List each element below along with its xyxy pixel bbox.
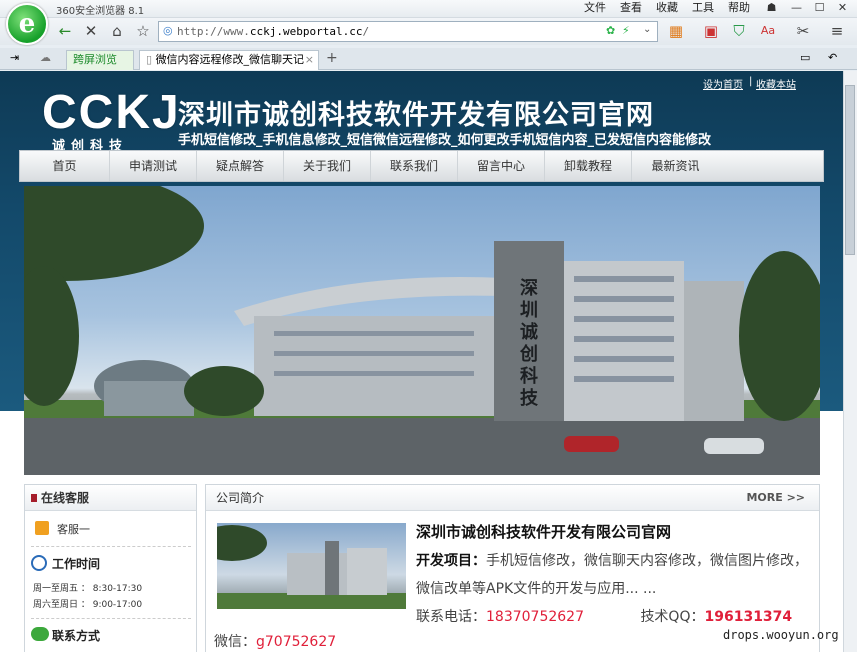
- intro-thumbnail: [217, 523, 406, 609]
- company-title: 深圳市诚创科技软件开发有限公司官网: [178, 100, 654, 131]
- nav-apply-test[interactable]: 申请测试: [110, 151, 197, 181]
- wechat-line: 微信：g70752627: [214, 631, 336, 651]
- main-nav: 首页 申请测试 疑点解答 关于我们 联系我们 留言中心 卸载教程 最新资讯: [19, 150, 824, 182]
- address-bar[interactable]: ◎ http://www.cckj.webportal.cc/ ✿ ⚡ ⌄: [158, 21, 658, 42]
- cloud-icon[interactable]: ☁: [40, 51, 51, 64]
- divider: [31, 546, 191, 547]
- extension-icon[interactable]: ▣: [700, 20, 722, 42]
- intro-header: 公司简介 MORE >>: [206, 485, 819, 511]
- divider: [31, 618, 191, 619]
- set-homepage-link[interactable]: 设为首页: [703, 76, 743, 91]
- screenshot-icon[interactable]: ✂: [792, 20, 814, 42]
- company-intro-panel: 公司简介 MORE >> 深圳市诚创科技软件开发有限公司官网 开发项目：手机短信…: [205, 484, 820, 652]
- banner-photo: 深圳诚创科技: [24, 186, 820, 475]
- window-title: 360安全浏览器 8.1: [56, 6, 145, 17]
- site-slogan: 手机短信修改_手机信息修改_短信微信远程修改_如何更改手机短信内容_已发短信内容…: [178, 133, 712, 148]
- watermark: drops.wooyun.org: [723, 628, 839, 642]
- building-thumbnail: [217, 525, 406, 609]
- tab-active[interactable]: ▯ 微信内容远程修改_微信聊天记 ×: [139, 50, 319, 70]
- menu-file[interactable]: 文件: [584, 0, 606, 16]
- refresh-icon[interactable]: ✿: [606, 24, 615, 37]
- building-sign-char: 圳: [520, 300, 538, 321]
- nav-messages[interactable]: 留言中心: [458, 151, 545, 181]
- bookmark-site-link[interactable]: 收藏本站: [756, 76, 796, 91]
- nav-home[interactable]: 首页: [20, 151, 110, 181]
- restore-tab-icon[interactable]: ▭: [800, 51, 810, 64]
- favorite-star-button[interactable]: ☆: [132, 20, 154, 42]
- sidebar-toggle-icon[interactable]: ⇥: [10, 51, 19, 64]
- menu-tools[interactable]: 工具: [692, 0, 714, 16]
- project-label: 开发项目：: [416, 553, 486, 569]
- translate-icon[interactable]: Aa: [757, 20, 779, 42]
- maximize-button[interactable]: ☐: [808, 0, 831, 16]
- building-sign-char: 创: [519, 343, 538, 365]
- globe-icon: ◎: [163, 24, 173, 37]
- building-illustration: 深圳诚创科技: [24, 186, 820, 475]
- contact-title: 联系方式: [52, 629, 101, 643]
- nav-uninstall[interactable]: 卸载教程: [545, 151, 632, 181]
- close-button[interactable]: ✕: [831, 0, 854, 16]
- menu-help[interactable]: 帮助: [728, 0, 750, 16]
- intro-body: 开发项目：手机短信修改，微信聊天内容修改，微信图片修改，微信改单等APK文件的开…: [416, 547, 811, 631]
- chevron-down-icon[interactable]: ⌄: [643, 24, 651, 35]
- new-tab-button[interactable]: +: [326, 50, 338, 66]
- menu-view[interactable]: 查看: [620, 0, 642, 16]
- wechat-id: g70752627: [256, 634, 337, 650]
- service-agent-link[interactable]: 客服一: [57, 521, 90, 537]
- undo-close-icon[interactable]: ↶: [828, 51, 837, 64]
- building-sign-char: 深: [520, 277, 538, 299]
- nav-faq[interactable]: 疑点解答: [197, 151, 284, 181]
- tab-cross-screen[interactable]: 跨屏浏览: [66, 50, 134, 70]
- wechat-label: 微信：: [214, 634, 256, 650]
- home-button[interactable]: ⌂: [106, 20, 128, 42]
- scrollbar-thumb[interactable]: [845, 85, 855, 255]
- logo-text: CCKJ: [42, 86, 181, 139]
- qq-label: 技术QQ：: [640, 609, 705, 625]
- more-menu-icon[interactable]: ≡: [826, 20, 848, 42]
- customer-service-title: 在线客服: [25, 485, 196, 511]
- phone-label: 联系电话：: [416, 609, 486, 625]
- menu-bar: 文件 查看 收藏 工具 帮助: [584, 0, 764, 16]
- building-sign-char: 诚: [520, 322, 538, 343]
- menu-favorites[interactable]: 收藏: [656, 0, 678, 16]
- apps-icon[interactable]: ▦: [665, 20, 687, 42]
- clock-icon: [31, 555, 47, 571]
- weekend-hours: 周六至周日 ： 9:00-17:00: [33, 600, 143, 610]
- weekday-hours: 周一至周五 ： 8:30-17:30: [33, 584, 143, 594]
- speed-icon[interactable]: ⚡: [622, 24, 630, 37]
- title-bar: 360安全浏览器 8.1 文件 查看 收藏 工具 帮助 ☗ — ☐ ✕: [0, 0, 857, 18]
- site-logo[interactable]: CCKJ 诚创科技: [42, 86, 181, 155]
- link-divider: |: [749, 76, 753, 87]
- building-sign-char: 技: [520, 387, 539, 409]
- nav-contact[interactable]: 联系我们: [371, 151, 458, 181]
- nav-about[interactable]: 关于我们: [284, 151, 371, 181]
- shield-icon[interactable]: ⛉: [728, 20, 750, 42]
- tab-bar: ⇥ ☁ 跨屏浏览 ▯ 微信内容远程修改_微信聊天记 × + ▭ ↶: [0, 48, 857, 70]
- more-link[interactable]: MORE >>: [746, 485, 805, 511]
- browser-logo-icon[interactable]: e: [6, 3, 48, 45]
- web-page: 设为首页 | 收藏本站 CCKJ 诚创科技 深圳市诚创科技软件开发有限公司官网 …: [0, 71, 843, 652]
- minimize-button[interactable]: —: [785, 0, 808, 16]
- qq-number: 196131374: [704, 609, 793, 625]
- work-hours-title: 工作时间: [52, 557, 101, 571]
- customer-service-panel: 在线客服 客服一 工作时间 周一至周五 ： 8:30-17:30 周六至周日 ：…: [24, 484, 197, 652]
- skin-icon[interactable]: ☗: [760, 0, 783, 16]
- intro-company-name: 深圳市诚创科技软件开发有限公司官网: [416, 523, 672, 541]
- qq-icon: [35, 521, 49, 535]
- nav-news[interactable]: 最新资讯: [632, 151, 719, 181]
- phone-number: 18370752627: [486, 609, 584, 625]
- chat-bubble-icon: [31, 627, 49, 641]
- stop-button[interactable]: ✕: [80, 20, 102, 42]
- back-button[interactable]: ←: [54, 20, 76, 42]
- building-sign-char: 科: [520, 365, 538, 387]
- intro-title: 公司简介: [216, 491, 265, 505]
- tab-close-icon[interactable]: ×: [305, 51, 314, 69]
- url-text: http://www.cckj.webportal.cc/: [177, 25, 370, 38]
- page-icon: ▯: [146, 53, 156, 66]
